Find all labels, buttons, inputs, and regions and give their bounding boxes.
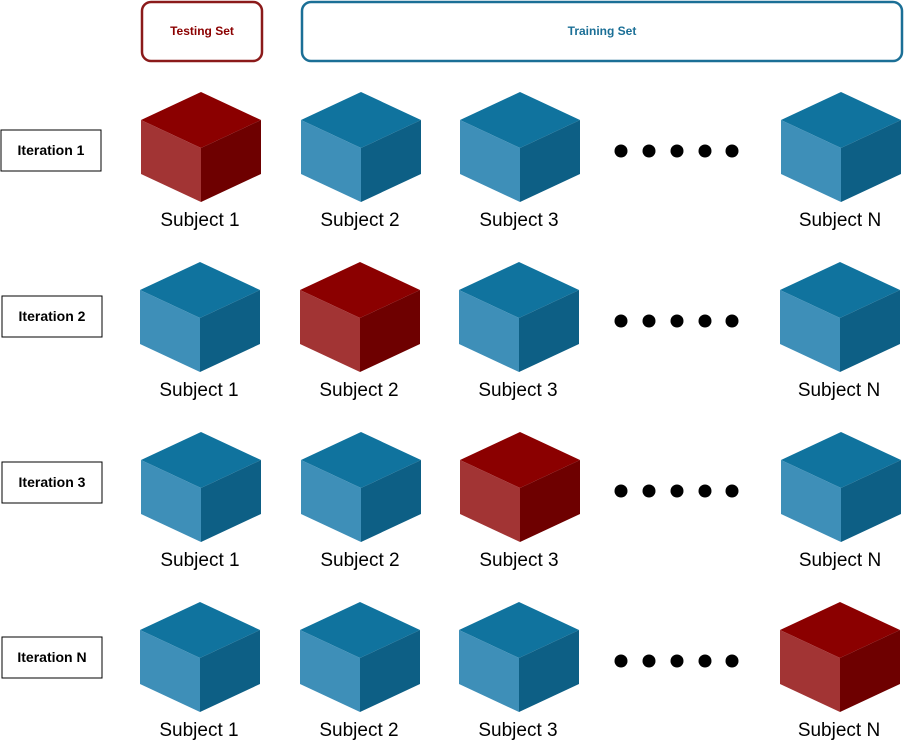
ellipsis-dot: [698, 314, 712, 328]
training-subject-cube: [140, 602, 260, 712]
iteration-label: Iteration N: [17, 649, 86, 665]
legend: Testing Set Training Set: [140, 0, 904, 63]
subject-label: Subject 2: [319, 380, 398, 401]
testing-set-legend: Testing Set: [140, 0, 264, 63]
subject-label: Subject 3: [479, 550, 558, 571]
training-subject-cube: [781, 432, 901, 542]
ellipsis-dot: [725, 654, 739, 668]
training-set-label: Training Set: [568, 24, 637, 38]
subject-label: Subject 1: [160, 550, 239, 571]
ellipsis-dots: [614, 314, 739, 328]
subject-label: Subject 3: [478, 720, 557, 741]
training-subject-cube: [459, 602, 579, 712]
ellipsis-dot: [614, 144, 628, 158]
ellipsis-dot: [614, 654, 628, 668]
ellipsis-dot: [698, 144, 712, 158]
ellipsis-dot: [670, 484, 684, 498]
ellipsis-dots: [614, 144, 739, 158]
ellipsis-dot: [670, 144, 684, 158]
training-subject-cube: [460, 92, 580, 202]
iteration-row: Iteration 3 Subject 1 Subject 2 Subject 3 Su…: [1, 432, 901, 571]
iteration-row: Iteration N Subject 1 Subject 2 Subject 3 Su…: [1, 602, 900, 741]
ellipsis-dot: [698, 654, 712, 668]
training-subject-cube: [781, 92, 901, 202]
ellipsis-dot: [670, 314, 684, 328]
training-subject-cube: [301, 432, 421, 542]
ellipsis-dots: [614, 484, 739, 498]
training-subject-cube: [780, 262, 900, 372]
subject-label: Subject N: [799, 550, 881, 571]
iteration-label: Iteration 3: [19, 474, 86, 490]
testing-subject-cube: [780, 602, 900, 712]
subject-label: Subject 2: [319, 720, 398, 741]
training-subject-cube: [140, 262, 260, 372]
subject-label: Subject 1: [160, 210, 239, 231]
subject-label: Subject 3: [478, 380, 557, 401]
training-subject-cube: [459, 262, 579, 372]
subject-label: Subject 1: [159, 720, 238, 741]
ellipsis-dots: [614, 654, 739, 668]
subject-label: Subject 2: [320, 550, 399, 571]
subject-label: Subject N: [798, 720, 880, 741]
training-subject-cube: [300, 602, 420, 712]
training-subject-cube: [301, 92, 421, 202]
ellipsis-dot: [614, 484, 628, 498]
ellipsis-dot: [725, 144, 739, 158]
testing-subject-cube: [300, 262, 420, 372]
subject-label: Subject N: [798, 380, 880, 401]
iteration-rows: Iteration 1 Subject 1 Subject 2 Subject 3 Su…: [0, 92, 901, 741]
ellipsis-dot: [642, 144, 656, 158]
subject-label: Subject 3: [479, 210, 558, 231]
subject-label: Subject 2: [320, 210, 399, 231]
ellipsis-dot: [614, 314, 628, 328]
ellipsis-dot: [725, 314, 739, 328]
ellipsis-dot: [725, 484, 739, 498]
testing-subject-cube: [141, 92, 261, 202]
ellipsis-dot: [698, 484, 712, 498]
ellipsis-dot: [642, 654, 656, 668]
training-subject-cube: [141, 432, 261, 542]
iteration-label: Iteration 2: [19, 308, 86, 324]
leave-one-subject-out-diagram: Testing Set Training Set Iteration 1 Subj…: [0, 0, 904, 741]
subject-label: Subject 1: [159, 380, 238, 401]
training-set-legend: Training Set: [300, 0, 904, 63]
ellipsis-dot: [642, 314, 656, 328]
iteration-row: Iteration 1 Subject 1 Subject 2 Subject 3 Su…: [0, 92, 901, 231]
subject-label: Subject N: [799, 210, 881, 231]
iteration-label: Iteration 1: [18, 142, 85, 158]
ellipsis-dot: [642, 484, 656, 498]
ellipsis-dot: [670, 654, 684, 668]
testing-subject-cube: [460, 432, 580, 542]
iteration-row: Iteration 2 Subject 1 Subject 2 Subject 3 Su…: [1, 262, 900, 401]
testing-set-label: Testing Set: [170, 24, 234, 38]
